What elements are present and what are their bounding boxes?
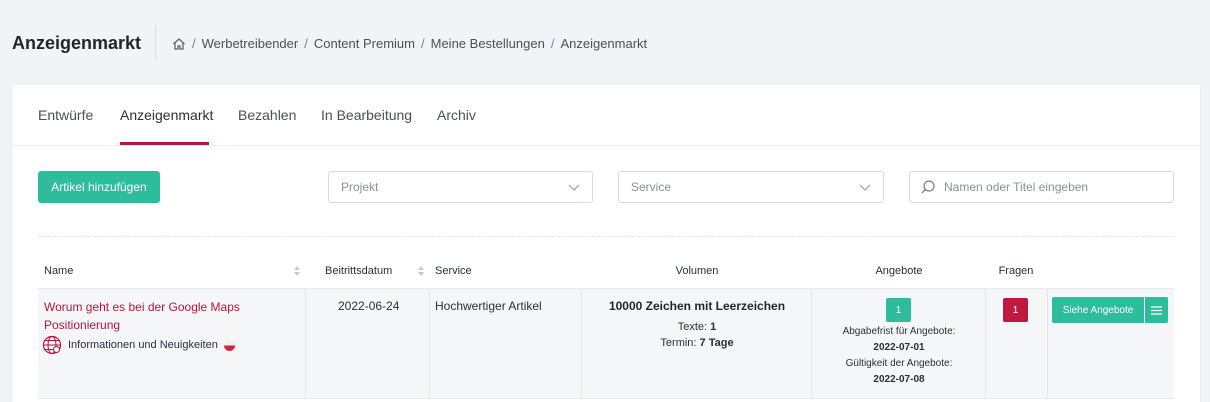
column-divider (1047, 289, 1048, 399)
tab-bar: Entwürfe Anzeigenmarkt Bezahlen In Bearb… (12, 85, 1200, 146)
term-info: Termin: 7 Tage (582, 337, 812, 349)
texts-value: 1 (710, 321, 717, 333)
texts-label: Texte: (677, 321, 708, 333)
volume-value: 10000 Zeichen mit Leerzeichen (608, 299, 786, 313)
add-article-button[interactable]: Artikel hinzufügen (38, 171, 160, 203)
content-card: Entwürfe Anzeigenmarkt Bezahlen In Bearb… (12, 85, 1200, 402)
breadcrumb-separator: / (421, 36, 425, 51)
column-header-angebote: Angebote (875, 265, 923, 277)
column-header-service: Service (435, 265, 472, 277)
chevron-down-icon (568, 184, 580, 191)
breadcrumb-separator: / (304, 36, 308, 51)
chevron-down-icon (859, 184, 871, 191)
join-date: 2022-06-24 (338, 299, 400, 313)
breadcrumb-separator: / (550, 36, 555, 51)
menu-icon (1151, 305, 1162, 315)
column-header-volumen: Volumen (675, 265, 719, 277)
category-label: Informationen und Neuigkeiten (68, 339, 218, 351)
column-header-beitrittsdatum[interactable]: Beitrittsdatum (325, 265, 392, 277)
sort-icon[interactable] (293, 265, 301, 277)
column-divider (305, 289, 306, 399)
term-value: 7 Tage (699, 337, 734, 349)
search-input[interactable] (944, 180, 1164, 194)
tab-bezahlen[interactable]: Bezahlen (238, 107, 296, 123)
column-divider (985, 289, 986, 399)
home-icon[interactable] (172, 37, 186, 51)
service-select-placeholder: Service (631, 180, 672, 194)
offer-deadline-date: 2022-07-01 (873, 342, 925, 353)
offer-deadline-label: Abgabefrist für Angebote: (842, 326, 956, 337)
service-select[interactable]: Service (618, 171, 884, 203)
column-divider (429, 289, 430, 399)
service-value: Hochwertiger Artikel (435, 299, 542, 313)
active-tab-indicator (120, 142, 209, 145)
view-offers-button[interactable]: Siehe Angebote (1052, 297, 1144, 323)
article-title-link[interactable]: Worum geht es bei der Google Maps Positi… (44, 298, 264, 334)
column-header-fragen: Fragen (998, 265, 1034, 277)
tab-entwuerfe[interactable]: Entwürfe (38, 107, 93, 123)
poland-flag-icon (223, 339, 235, 351)
breadcrumb-item-content-premium[interactable]: Content Premium (314, 36, 415, 51)
search-icon (921, 180, 935, 194)
sort-icon[interactable] (417, 265, 425, 277)
tab-archiv[interactable]: Archiv (437, 107, 476, 123)
divider (38, 236, 1174, 237)
project-select-placeholder: Projekt (341, 180, 379, 194)
top-bar: Anzeigenmarkt / Werbetreibender / Conten… (0, 0, 1210, 85)
offers-count-badge: 1 (886, 298, 911, 322)
breadcrumb-item-current: Anzeigenmarkt (560, 36, 648, 51)
tab-in-bearbeitung[interactable]: In Bearbeitung (321, 107, 412, 123)
breadcrumb-item-werbetreibender[interactable]: Werbetreibender (202, 36, 299, 51)
term-label: Termin: (660, 337, 697, 349)
title-divider (155, 25, 156, 61)
questions-count-badge[interactable]: 1 (1003, 298, 1028, 322)
tab-anzeigenmarkt[interactable]: Anzeigenmarkt (120, 107, 213, 123)
search-box (909, 171, 1174, 203)
breadcrumb-item-meine-bestellungen[interactable]: Meine Bestellungen (431, 36, 545, 51)
project-select[interactable]: Projekt (328, 171, 593, 203)
offer-validity-label: Gültigkeit der Angebote: (845, 358, 953, 369)
article-category: Informationen und Neuigkeiten (42, 335, 235, 355)
breadcrumb-separator: / (192, 36, 196, 51)
page-title: Anzeigenmarkt (12, 33, 142, 53)
texts-info: Texte: 1 (582, 321, 812, 333)
breadcrumb: / Werbetreibender / Content Premium / Me… (172, 36, 647, 51)
globe-icon (42, 335, 62, 355)
offer-validity-date: 2022-07-08 (873, 374, 925, 385)
column-header-name[interactable]: Name (44, 265, 73, 277)
row-menu-button[interactable] (1145, 297, 1168, 323)
